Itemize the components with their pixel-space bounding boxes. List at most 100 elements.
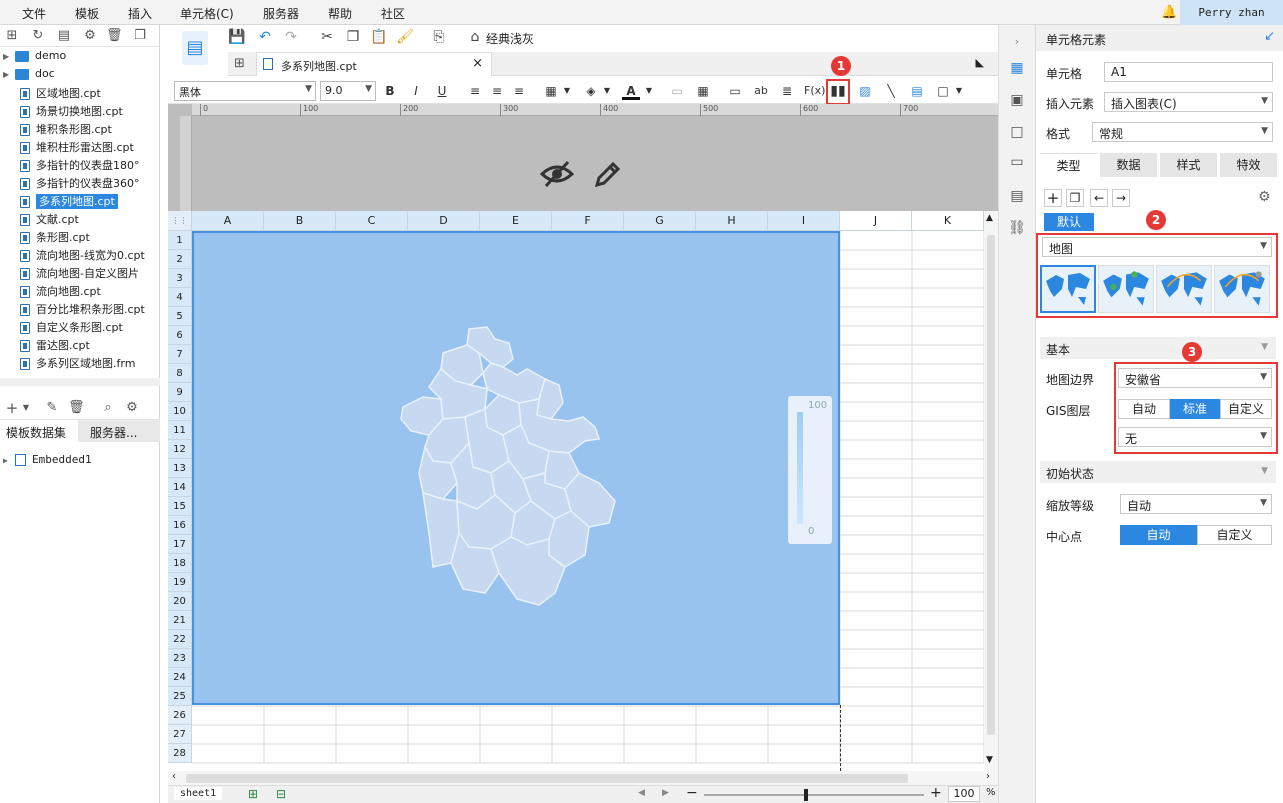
tree-file[interactable]: 文献.cpt [20, 211, 79, 229]
font-size-select[interactable]: 9.0 ▼ [320, 81, 376, 101]
tree-file[interactable]: 流向地图-自定义图片 [20, 265, 139, 283]
tree-file[interactable]: 多指针的仪表盘360° [20, 175, 140, 193]
row-header[interactable]: 9 [168, 383, 192, 402]
column-header[interactable]: D [408, 211, 480, 231]
column-header[interactable]: C [336, 211, 408, 231]
dataset-settings-icon[interactable]: ⚙ [124, 400, 140, 416]
row-header[interactable]: 16 [168, 516, 192, 535]
chevron-down-icon[interactable]: ▼ [598, 82, 616, 100]
row-header[interactable]: 18 [168, 554, 192, 573]
chevron-down-icon[interactable]: ▼ [640, 82, 658, 100]
row-header[interactable]: 19 [168, 573, 192, 592]
menu-file[interactable]: 文件 [22, 5, 46, 22]
tab-menu-icon[interactable]: ◣ [976, 56, 984, 69]
chevron-down-icon[interactable]: ▼ [558, 82, 576, 100]
row-header[interactable]: 6 [168, 326, 192, 345]
edit-icon[interactable]: ✎ [44, 400, 60, 416]
column-header[interactable]: G [624, 211, 696, 231]
hide-eye-icon[interactable] [539, 160, 575, 196]
zoom-slider[interactable] [704, 789, 924, 801]
condition-icon[interactable]: ▤ [1008, 187, 1026, 205]
chevron-down-icon[interactable]: ▼ [950, 82, 968, 100]
center-option-auto[interactable]: 自动 [1120, 525, 1197, 545]
row-header[interactable]: 23 [168, 649, 192, 668]
bold-button[interactable]: B [381, 82, 399, 100]
select-all-corner[interactable]: ⋮⋮ [168, 211, 192, 231]
tree-folder-doc[interactable]: ▶ doc [3, 67, 55, 85]
undo-icon[interactable]: ↶ [256, 28, 274, 46]
add-chart-button[interactable]: + [1044, 189, 1062, 207]
paragraph-icon[interactable]: ≣ [778, 82, 796, 100]
save-icon[interactable]: 💾 [228, 28, 246, 46]
center-option-custom[interactable]: 自定义 [1197, 525, 1272, 545]
tree-file[interactable]: 堆积条形图.cpt [20, 121, 112, 139]
tree-file[interactable]: 条形图.cpt [20, 229, 90, 247]
delete-icon[interactable]: 🗑 [106, 28, 123, 44]
column-header[interactable]: I [768, 211, 840, 231]
tab-server-dataset[interactable]: 服务器... [84, 420, 160, 442]
section-basic[interactable]: 基本 ▼ [1040, 337, 1276, 359]
row-header[interactable]: 11 [168, 421, 192, 440]
scroll-right-icon[interactable]: › [986, 771, 990, 782]
row-header[interactable]: 3 [168, 269, 192, 288]
horizontal-scrollbar[interactable]: ‹ › [168, 771, 998, 785]
row-header[interactable]: 20 [168, 592, 192, 611]
section-initial-state[interactable]: 初始状态 ▼ [1040, 461, 1276, 483]
default-chart-tag[interactable]: 默认 [1044, 213, 1094, 231]
add-sheet-form-icon[interactable]: ⊟ [276, 787, 286, 801]
tab-style[interactable]: 样式 [1160, 153, 1218, 177]
format-painter-icon[interactable]: 🖌 [396, 28, 414, 46]
row-header[interactable]: 26 [168, 706, 192, 725]
row-header[interactable]: 7 [168, 345, 192, 364]
row-header[interactable]: 28 [168, 744, 192, 763]
row-header[interactable]: 4 [168, 288, 192, 307]
underline-button[interactable]: U [433, 82, 451, 100]
gear-file-icon[interactable]: ⚙ [82, 28, 98, 44]
delete-icon[interactable]: 🗑 [68, 400, 85, 416]
menu-help[interactable]: 帮助 [328, 5, 352, 22]
dataset-item[interactable]: ▶ Embedded1 [3, 453, 92, 471]
expand-icon[interactable]: ↙ [1264, 29, 1275, 44]
gear-icon[interactable]: ⚙ [1258, 189, 1271, 205]
tree-file[interactable]: 自定义条形图.cpt [20, 319, 123, 337]
expand-arrow-icon[interactable]: ▶ [3, 456, 15, 465]
theme-icon[interactable]: ⌂ [466, 28, 484, 46]
subreport-icon[interactable]: ▤ [908, 82, 926, 100]
table-icon[interactable]: ▦ [694, 82, 712, 100]
merged-chart-cell[interactable]: 100 0 [192, 231, 840, 705]
tab-data[interactable]: 数据 [1100, 153, 1158, 177]
column-header[interactable]: F [552, 211, 624, 231]
merge-cell-icon[interactable]: ▭ [668, 82, 686, 100]
zoom-out-button[interactable]: − [686, 785, 698, 801]
row-header[interactable]: 1 [168, 231, 192, 250]
horizontal-scroll-thumb[interactable] [186, 774, 908, 783]
insert-element-select[interactable]: 插入图表(C) ▼ [1104, 92, 1273, 112]
map-legend[interactable]: 100 0 [788, 396, 832, 544]
sheet-tab[interactable]: sheet1 [174, 787, 223, 800]
align-center-icon[interactable]: ≡ [488, 82, 506, 100]
expand-arrow-icon[interactable]: ▶ [3, 70, 15, 79]
cell-attribute-icon[interactable]: ▣ [1008, 91, 1026, 109]
menu-community[interactable]: 社区 [381, 5, 405, 22]
italic-button[interactable]: I [407, 82, 425, 100]
document-tab[interactable]: 多系列地图.cpt × [256, 52, 492, 76]
theme-label[interactable]: 经典浅灰 [486, 30, 534, 47]
zoom-slider-thumb[interactable] [804, 789, 808, 801]
tree-file[interactable]: 百分比堆积条形图.cpt [20, 301, 145, 319]
tab-template-dataset[interactable]: 模板数据集 [0, 420, 78, 442]
refresh-icon[interactable]: ↻ [30, 28, 46, 44]
legend-gradient-bar[interactable] [797, 412, 803, 524]
tab-type[interactable]: 类型 [1040, 153, 1098, 177]
scroll-left-icon[interactable]: ‹ [172, 771, 176, 782]
row-header[interactable]: 8 [168, 364, 192, 383]
menu-server[interactable]: 服务器 [263, 5, 299, 22]
float-element-icon[interactable]: □ [1008, 123, 1026, 141]
move-left-icon[interactable]: ← [1090, 189, 1108, 207]
insert-image-icon[interactable]: ▨ [856, 82, 874, 100]
column-header[interactable]: H [696, 211, 768, 231]
tree-file[interactable]: 流向地图-线宽为0.cpt [20, 247, 145, 265]
tab-effect[interactable]: 特效 [1220, 153, 1278, 177]
cell-field[interactable]: A1 [1104, 62, 1273, 82]
cut-icon[interactable]: ✂ [318, 28, 336, 46]
anhui-map[interactable] [399, 323, 629, 613]
